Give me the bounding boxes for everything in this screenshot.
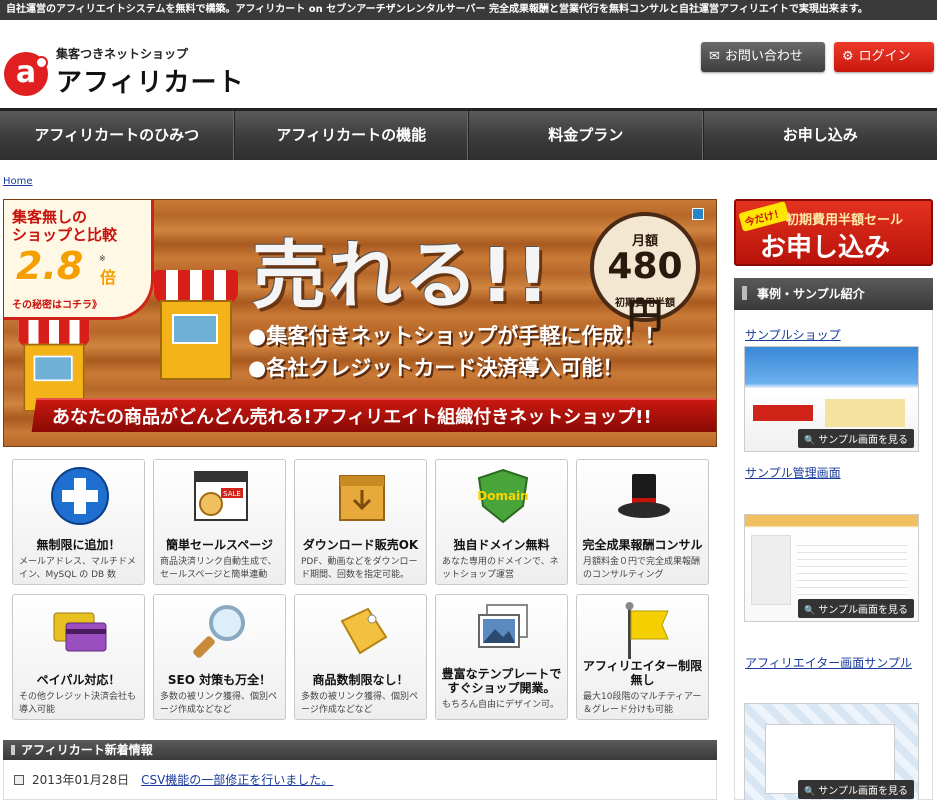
sample-affiliate-thumbnail[interactable]: サンプル画面を見る [744,703,919,800]
contact-button-label: お問い合わせ [724,49,803,64]
banner-headline: 売れる!! [252,233,552,319]
feature-card-seo[interactable]: SEO 対策も万全！ 多数の被リンク獲得、個別ページ作成などなど [153,594,286,720]
credit-card-icon [53,612,107,652]
sample-view-button[interactable]: サンプル画面を見る [798,429,914,448]
feature-desc: PDF、動画などをダウンロード期間、回数を指定可能。 [301,557,418,580]
site-header: a 集客つきネットショップ アフィリカート ✉ お問い合わせ ⚙ ログイン [0,20,937,108]
logo-icon[interactable]: a [4,52,48,96]
cta-main-label: お申し込み [760,233,891,263]
domain-badge-text: Domain [477,489,528,503]
banner-feature-2: ●各社クレジットカード決済導入可能！ [248,356,624,380]
feature-title: 完全成果報酬コンサル [582,538,703,552]
sale-window-icon: SALE [194,471,248,521]
feature-title: 簡単セールスページ [166,538,273,552]
nav-item-apply[interactable]: お申し込み [704,111,937,160]
sidebar-samples: サンプルショップ サンプル画面を見る サンプル管理画面 サンプル画面を見る アフ… [734,310,933,800]
price-badge: 月額 480円 初期費用半額 [590,212,700,337]
gear-icon: ⚙ [842,49,854,64]
feature-title: ペイパル対応！ [36,673,121,687]
comparison-badge[interactable]: 集客無しの ショップと比較 2.8 ※ 倍 その秘密はコチラ》 [4,200,154,320]
feature-desc: 月額料金０円で完全成果報酬のコンサルティング [583,557,701,580]
feature-card-templates[interactable]: 豊富なテンプレートですぐショップ開業。 もちろん自由にデザイン可。 [435,594,568,720]
sample-affiliate-link[interactable]: アフィリエイター画面サンプル [745,654,912,671]
topbar-text: 自社運営のアフィリエイトシステムを無料で構築。アフィリカート on セブンアーチ… [6,4,868,15]
box-icon [339,475,385,521]
sample-view-button[interactable]: サンプル画面を見る [798,599,914,618]
nav-item-pricing[interactable]: 料金プラン [469,111,704,160]
feature-desc: メールアドレス、マルチドメイン、MySQL の DB 数 [19,557,137,580]
feature-desc: 多数の被リンク獲得、個別ページ作成などなど [301,692,419,715]
main-nav: アフィリカートのひみつ アフィリカートの機能 料金プラン お申し込み [0,108,937,160]
feature-title: 無制限に追加！ [36,538,121,552]
sample-shop-thumbnail[interactable]: サンプル画面を見る [744,346,919,452]
login-button[interactable]: ⚙ ログイン [834,42,934,72]
shop-illustration [154,270,238,380]
feature-card-products[interactable]: 商品数制限なし！ 多数の被リンク獲得、個別ページ作成などなど [294,594,427,720]
top-hat-icon [618,474,670,518]
feature-card-salespage[interactable]: SALE 簡単セールスページ 商品決済リンク自動生成で、セールスページと簡単連動 [153,459,286,585]
image-frame-icon [478,604,528,648]
comparison-line2: ショップと比較 [12,226,118,244]
feature-card-unlimited[interactable]: 無制限に追加！ メールアドレス、マルチドメイン、MySQL の DB 数 [12,459,145,585]
news-item: 2013年01月28日 CSV機能の一部修正を行いました。 [3,760,717,800]
feature-title: SEO 対策も万全！ [167,673,272,687]
magnifier-icon [193,605,245,658]
feature-title: ダウンロード販売OK [302,538,419,552]
nav-item-features[interactable]: アフィリカートの機能 [235,111,469,160]
news-date: 2013年01月28日 [32,773,130,787]
sample-admin-link[interactable]: サンプル管理画面 [745,464,841,481]
logo-name[interactable]: アフィリカート [56,62,244,99]
comparison-unit: 倍 [100,268,117,287]
news-link[interactable]: CSV機能の一部修正を行いました。 [141,773,333,787]
news-section: アフィリカート新着情報 2013年01月28日 CSV機能の一部修正を行いました。 [3,740,717,800]
feature-title: アフィリエイター制限無し [582,659,703,687]
logo-tagline[interactable]: 集客つきネットショップ [56,45,188,62]
site-topbar: 自社運営のアフィリエイトシステムを無料で構築。アフィリカート on セブンアーチ… [0,0,937,20]
feature-desc: あなた専用のドメインで、ネットショップ運営 [442,557,559,580]
login-button-label: ログイン [858,49,911,64]
price-note: 初期費用半額 [615,298,675,309]
sample-shop-link[interactable]: サンプルショップ [745,326,841,343]
feature-card-domain[interactable]: Domain 独自ドメイン無料 あなた専用のドメインで、ネットショップ運営 [435,459,568,585]
feature-card-affiliates[interactable]: アフィリエイター制限無し 最大10段階のマルチティアー＆グレード分けも可能 [576,594,709,720]
feature-desc: もちろん自由にデザイン可。 [442,700,560,710]
secret-link[interactable]: その秘密はコチラ》 [12,296,102,311]
feature-title: 豊富なテンプレートですぐショップ開業。 [441,667,562,695]
hero-banner[interactable]: 集客無しの ショップと比較 2.8 ※ 倍 その秘密はコチラ》 売れる!! 月額… [3,199,717,447]
contact-button[interactable]: ✉ お問い合わせ [701,42,825,72]
feature-card-download[interactable]: ダウンロード販売OK PDF、動画などをダウンロード期間、回数を指定可能。 [294,459,427,585]
feature-desc: 商品決済リンク自動生成で、セールスページと簡単連動 [160,557,277,580]
plus-icon [51,467,109,525]
tag-icon [340,607,388,655]
banner-feature-1: ●集客付きネットショップが手軽に作成！！ [248,324,666,348]
sample-admin-thumbnail[interactable]: サンプル画面を見る [744,514,919,622]
sidebar-apply-cta[interactable]: 今だけ！ 初期費用半額セール お申し込み [734,199,933,266]
cta-subtitle: 初期費用半額セール [786,213,904,228]
news-heading: アフィリカート新着情報 [3,740,717,760]
feature-title: 商品数制限なし！ [312,673,409,687]
feature-desc: 最大10段階のマルチティアー＆グレード分けも可能 [583,692,702,715]
banner-ribbon-text: あなたの商品がどんどん売れる!アフィリエイト組織付きネットショップ!! [52,407,652,428]
feature-title: 独自ドメイン無料 [453,538,550,552]
square-bullet-icon [14,775,24,785]
feature-desc: 多数の被リンク獲得、個別ページ作成などなど [160,692,278,715]
flag-icon [625,602,669,659]
nav-item-secret[interactable]: アフィリカートのひみつ [0,111,235,160]
slide-indicator-icon[interactable] [692,208,704,220]
sidebar-section-title: 事例・サンプル紹介 [734,278,933,310]
comparison-number: 2.8 [16,244,84,288]
feature-card-consult[interactable]: 完全成果報酬コンサル 月額料金０円で完全成果報酬のコンサルティング [576,459,709,585]
feature-desc: その他クレジット決済会社も導入可能 [19,692,137,715]
sample-view-button[interactable]: サンプル画面を見る [798,780,914,799]
breadcrumb-home[interactable]: Home [3,176,33,187]
feature-card-paypal[interactable]: ペイパル対応！ その他クレジット決済会社も導入可能 [12,594,145,720]
sale-badge-text: SALE [223,490,241,498]
domain-shield-icon: Domain [477,468,529,524]
mail-icon: ✉ [709,49,720,64]
comparison-footnote-mark: ※ [99,254,106,263]
